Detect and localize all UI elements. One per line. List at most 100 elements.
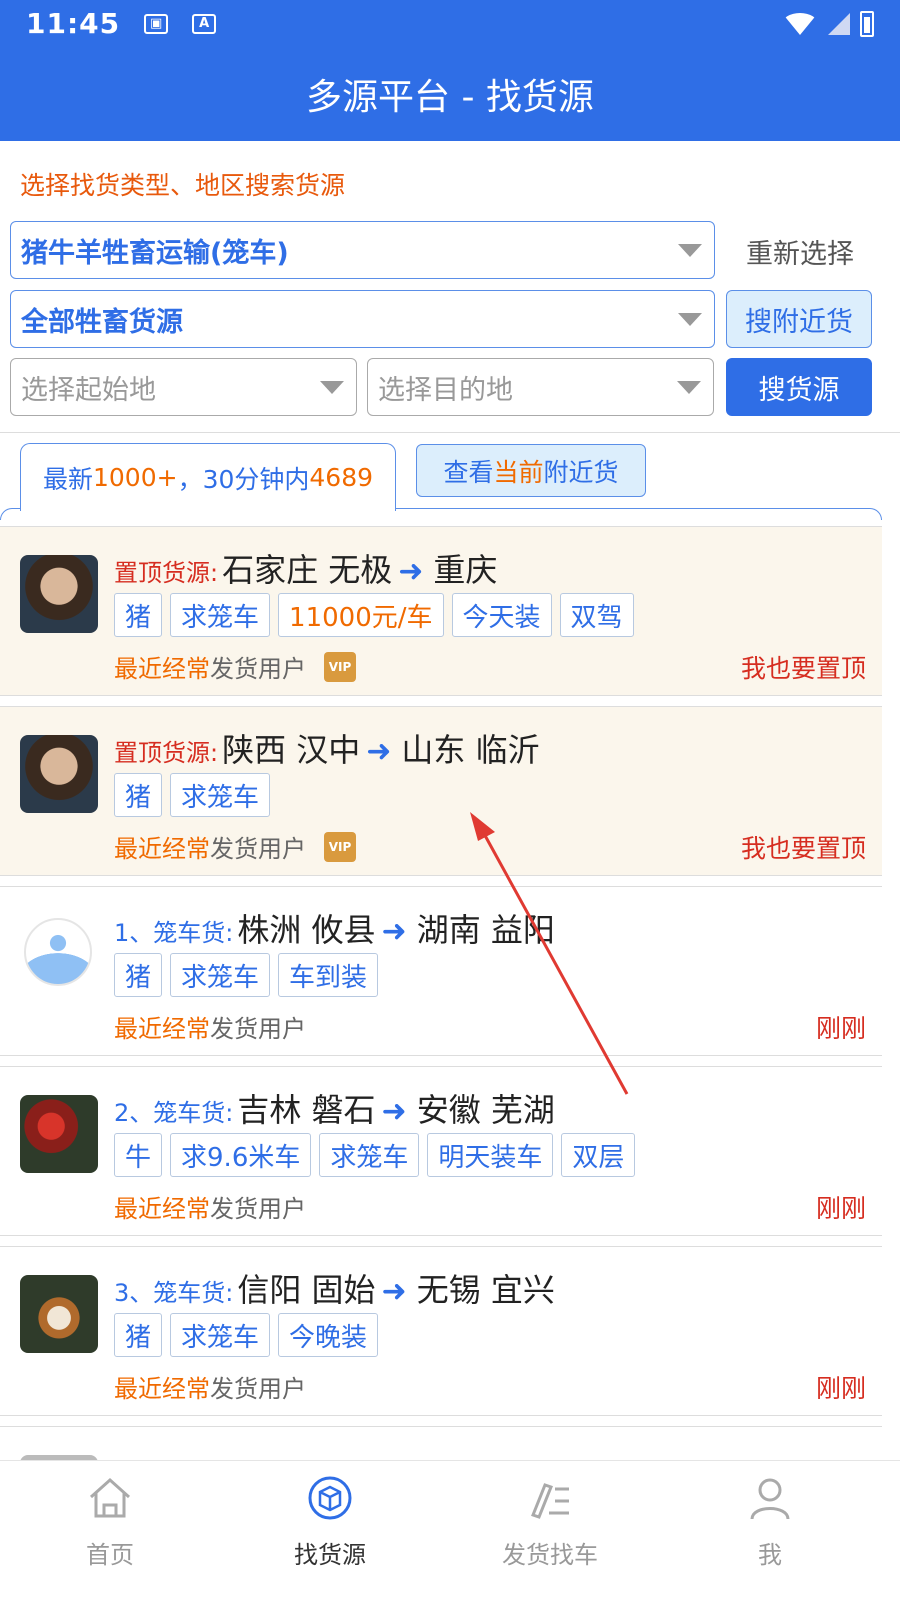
listing-card[interactable]: 置顶货源: 陕西 汉中 ➜ 山东 临沂 猪 求笼车 最近经常 发货用户 VIP 我… xyxy=(0,706,882,876)
cargo-type-value: 猪牛羊牲畜运输(笼车) xyxy=(21,237,289,269)
meta-text: 发货用户 xyxy=(210,1015,306,1043)
cargo-type-select[interactable]: 猪牛羊牲畜运输(笼车) xyxy=(10,221,715,279)
tag: 求笼车 xyxy=(170,773,271,817)
tab-latest-prefix: 最新 xyxy=(42,464,93,494)
bottom-nav: 首页 找货源 发货找车 我 xyxy=(0,1460,900,1600)
meta-highlight: 最近经常 xyxy=(114,1015,210,1043)
nav-me[interactable]: 我 xyxy=(690,1475,850,1570)
listing-prefix: 3、笼车货: xyxy=(114,1279,234,1307)
tag: 求笼车 xyxy=(170,1313,271,1357)
nav-find-cargo[interactable]: 找货源 xyxy=(250,1475,410,1570)
pin-top-link[interactable]: 我也要置顶 xyxy=(741,649,866,685)
nav-find-label: 找货源 xyxy=(294,1541,366,1569)
time-label: 刚刚 xyxy=(815,1194,866,1223)
listing-prefix: 1、笼车货: xyxy=(114,919,234,947)
tab-nearby-hl: 当前 xyxy=(493,457,544,487)
nav-ship[interactable]: 发货找车 xyxy=(470,1475,630,1570)
tag: 双层 xyxy=(561,1133,636,1177)
destination-select[interactable]: 选择目的地 xyxy=(367,358,714,416)
avatar xyxy=(20,735,98,813)
tab-latest-recent: 4689 xyxy=(309,463,374,492)
search-button[interactable]: 搜货源 xyxy=(726,358,872,416)
meta-highlight: 最近经常 xyxy=(114,835,210,863)
route-from: 石家庄 无极 xyxy=(222,551,393,589)
meta-text: 发货用户 xyxy=(210,835,306,863)
avatar xyxy=(20,1095,98,1173)
battery-icon xyxy=(860,10,874,37)
route-from: 陕西 汉中 xyxy=(222,731,361,769)
tab-latest-mid: ，30分钟内 xyxy=(177,464,310,494)
tab-nearby-pre: 查看 xyxy=(443,457,494,487)
chevron-down-icon xyxy=(678,313,702,326)
tag: 求笼车 xyxy=(170,593,271,637)
vip-icon: VIP xyxy=(324,831,356,862)
meta-highlight: 最近经常 xyxy=(114,655,210,683)
meta-text: 发货用户 xyxy=(210,655,306,683)
tab-nearby-post: 附近货 xyxy=(543,457,619,487)
route-from: 株洲 攸县 xyxy=(237,911,376,949)
route-to: 安徽 芜湖 xyxy=(416,1091,555,1129)
nav-home-label: 首页 xyxy=(86,1541,134,1569)
reset-button[interactable]: 重新选择 xyxy=(730,222,870,280)
arrow-right-icon: ➜ xyxy=(398,554,424,589)
route-from: 吉林 磐石 xyxy=(237,1091,376,1129)
tag: 猪 xyxy=(114,1313,163,1357)
listing-card[interactable]: 3、笼车货: 信阳 固始 ➜ 无锡 宜兴 猪 求笼车 今晚装 最近经常 发货用户 … xyxy=(0,1246,882,1416)
status-time: 11:45 xyxy=(26,7,121,40)
listing-prefix: 置顶货源: xyxy=(114,559,219,587)
nav-ship-label: 发货找车 xyxy=(502,1541,598,1569)
nav-home[interactable]: 首页 xyxy=(30,1475,190,1570)
listing-card[interactable]: 置顶货源: 石家庄 无极 ➜ 重庆 猪 求笼车 11000元/车 今天装 双驾 … xyxy=(0,526,882,696)
chevron-down-icon xyxy=(677,381,701,394)
chevron-down-icon xyxy=(678,244,702,257)
meta-highlight: 最近经常 xyxy=(114,1195,210,1223)
route-to: 山东 临沂 xyxy=(401,731,540,769)
avatar xyxy=(20,1275,98,1353)
arrow-right-icon: ➜ xyxy=(366,734,392,769)
origin-select[interactable]: 选择起始地 xyxy=(10,358,357,416)
arrow-right-icon: ➜ xyxy=(381,1094,407,1129)
tag: 猪 xyxy=(114,593,163,637)
route-to: 无锡 宜兴 xyxy=(416,1271,555,1309)
tag: 车到装 xyxy=(278,953,379,997)
status-bar: 11:45 ▣ A xyxy=(0,0,900,47)
nearby-search-button[interactable]: 搜附近货 xyxy=(726,290,872,348)
tag: 牛 xyxy=(114,1133,163,1177)
tab-latest-count: 1000+ xyxy=(93,463,178,492)
tag: 求笼车 xyxy=(170,953,271,997)
tag: 求9.6米车 xyxy=(170,1133,312,1177)
cargo-source-select[interactable]: 全部牲畜货源 xyxy=(10,290,715,348)
cargo-box-icon xyxy=(308,1476,352,1520)
listing-prefix: 2、笼车货: xyxy=(114,1099,234,1127)
signal-icon xyxy=(828,12,850,35)
route-to: 湖南 益阳 xyxy=(416,911,555,949)
listing-card[interactable]: 1、笼车货: 株洲 攸县 ➜ 湖南 益阳 猪 求笼车 车到装 最近经常 发货用户 … xyxy=(0,886,882,1056)
listing-prefix: 置顶货源: xyxy=(114,739,219,767)
tab-latest[interactable]: 最新 1000+ ，30分钟内 4689 xyxy=(20,443,396,511)
route-to: 重庆 xyxy=(433,551,498,589)
tag: 猪 xyxy=(114,773,163,817)
avatar xyxy=(24,918,92,986)
divider xyxy=(0,432,900,433)
meta-highlight: 最近经常 xyxy=(114,1375,210,1403)
route-from: 信阳 固始 xyxy=(237,1271,376,1309)
tag: 双驾 xyxy=(559,593,634,637)
meta-text: 发货用户 xyxy=(210,1375,306,1403)
a-notification-icon: A xyxy=(192,13,217,34)
listing-card[interactable]: 2、笼车货: 吉林 磐石 ➜ 安徽 芜湖 牛 求9.6米车 求笼车 明天装车 双… xyxy=(0,1066,882,1236)
price-tag: 11000元/车 xyxy=(278,593,444,637)
origin-placeholder: 选择起始地 xyxy=(21,374,156,406)
tag: 求笼车 xyxy=(319,1133,420,1177)
meta-text: 发货用户 xyxy=(210,1195,306,1223)
nav-me-label: 我 xyxy=(758,1541,782,1569)
pin-top-link[interactable]: 我也要置顶 xyxy=(741,829,866,865)
destination-placeholder: 选择目的地 xyxy=(378,374,513,406)
tag: 明天装车 xyxy=(427,1133,554,1177)
time-label: 刚刚 xyxy=(815,1374,866,1403)
chevron-down-icon xyxy=(320,381,344,394)
tab-nearby[interactable]: 查看 当前 附近货 xyxy=(416,444,646,497)
tag: 猪 xyxy=(114,953,163,997)
vip-icon: VIP xyxy=(324,651,356,682)
arrow-right-icon: ➜ xyxy=(381,1274,407,1309)
search-hint: 选择找货类型、地区搜索货源 xyxy=(20,171,346,200)
